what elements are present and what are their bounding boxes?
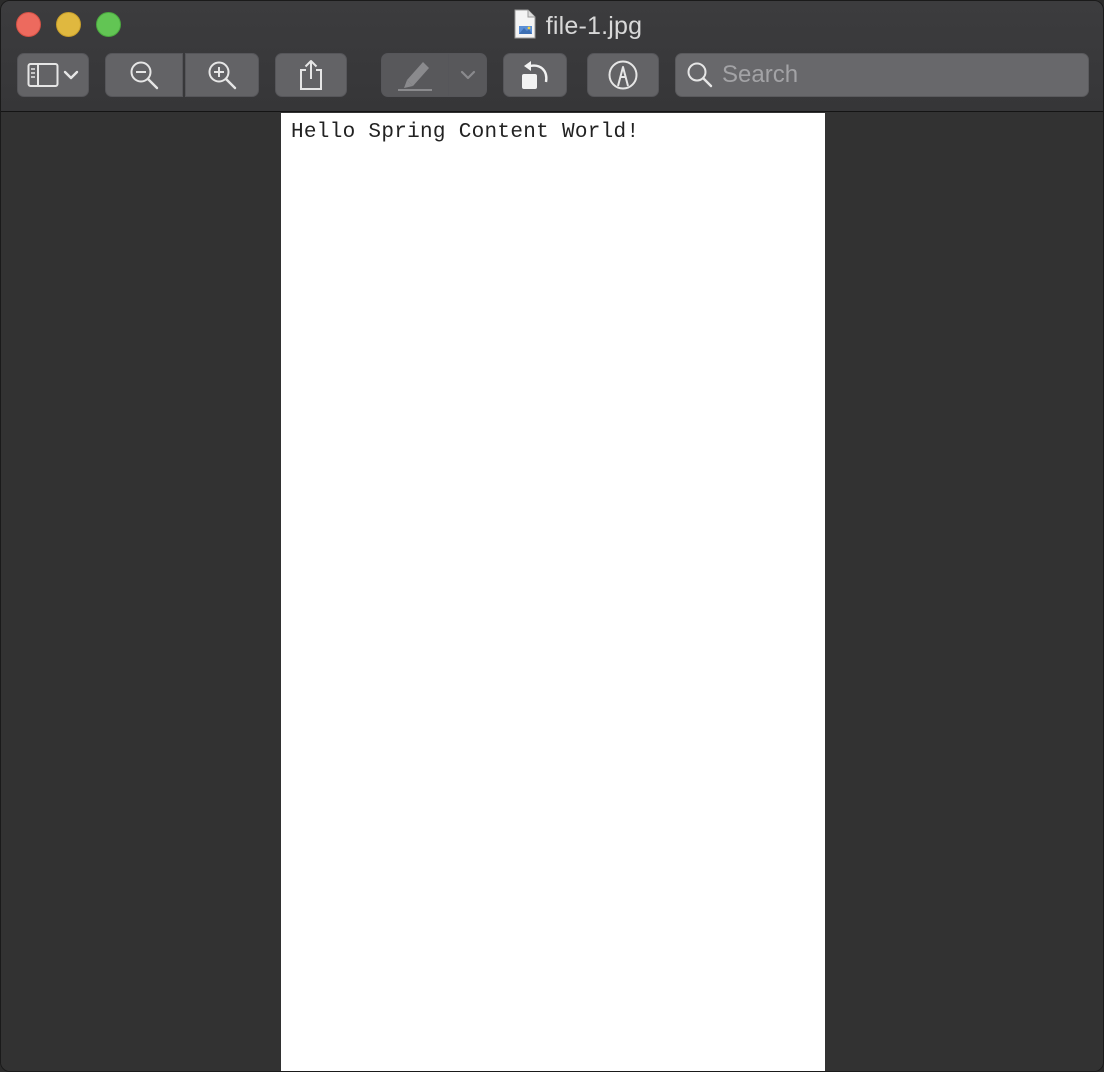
window-title-area: file-1.jpg: [1, 9, 1103, 44]
chevron-down-icon: [63, 69, 79, 81]
document-viewer[interactable]: Hello Spring Content World!: [1, 112, 1103, 1071]
share-button[interactable]: [275, 53, 347, 97]
sidebar-icon: [27, 62, 59, 88]
preview-window: file-1.jpg Search Hello Spring Content W…: [0, 0, 1104, 1072]
zoom-in-icon: [207, 60, 237, 90]
sidebar-toggle-button[interactable]: [17, 53, 89, 97]
search-input[interactable]: [722, 61, 1062, 89]
window-title: file-1.jpg: [545, 11, 643, 40]
zoom-out-icon: [129, 60, 159, 90]
titlebar: file-1.jpg: [1, 1, 1103, 112]
zoom-in-button[interactable]: [185, 53, 259, 97]
highlighter-icon: [396, 58, 434, 92]
highlight-button[interactable]: [381, 53, 449, 97]
markup-pen-icon: [607, 59, 639, 91]
page-text: Hello Spring Content World!: [291, 121, 640, 144]
zoom-out-button[interactable]: [105, 53, 183, 97]
highlight-menu-button[interactable]: [448, 53, 487, 97]
search-field[interactable]: [675, 53, 1089, 97]
rotate-left-icon: [518, 58, 552, 92]
search-icon: [686, 61, 714, 89]
chevron-down-icon: [460, 69, 476, 81]
markup-button[interactable]: [587, 53, 659, 97]
window-title-group: file-1.jpg: [514, 9, 643, 44]
document-page: Hello Spring Content World!: [281, 113, 825, 1071]
image-file-icon: [514, 9, 536, 44]
share-icon: [298, 59, 324, 91]
rotate-button[interactable]: [503, 53, 567, 97]
